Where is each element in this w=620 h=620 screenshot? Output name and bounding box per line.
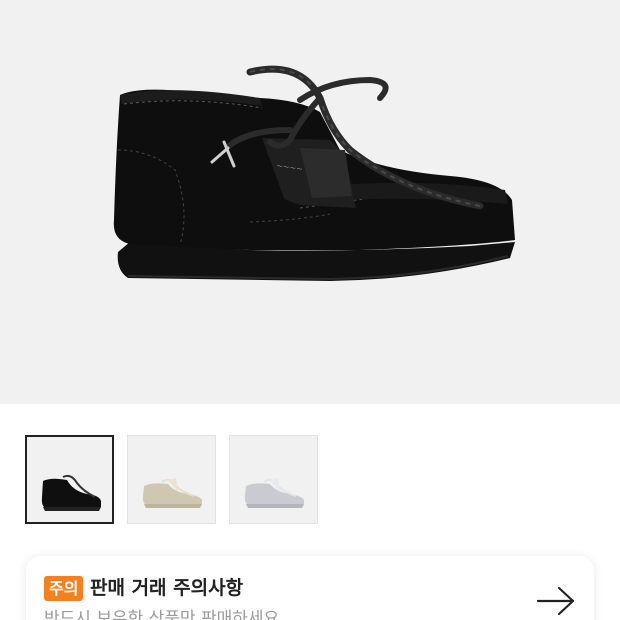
caution-badge: 주의	[44, 576, 84, 601]
arrow-right-icon[interactable]	[536, 586, 576, 616]
boot-illustration: ~~~~	[113, 65, 516, 281]
thumbnail-strip	[25, 435, 318, 524]
notice-subtitle: 반드시 보유한 상품만 판매하세요.	[44, 609, 285, 620]
product-main-image[interactable]: ~~~~	[0, 0, 620, 404]
thumbnail-3[interactable]	[229, 435, 318, 524]
thumbnail-2[interactable]	[127, 435, 216, 524]
beige-boot-icon	[142, 478, 202, 508]
thumbnail-1[interactable]	[25, 435, 114, 524]
sales-caution-notice[interactable]: 주의 판매 거래 주의사항 반드시 보유한 상품만 판매하세요.	[26, 556, 594, 620]
notice-title: 판매 거래 주의사항	[90, 577, 244, 599]
black-boot-icon	[41, 474, 101, 511]
silver-boot-icon	[244, 478, 304, 508]
